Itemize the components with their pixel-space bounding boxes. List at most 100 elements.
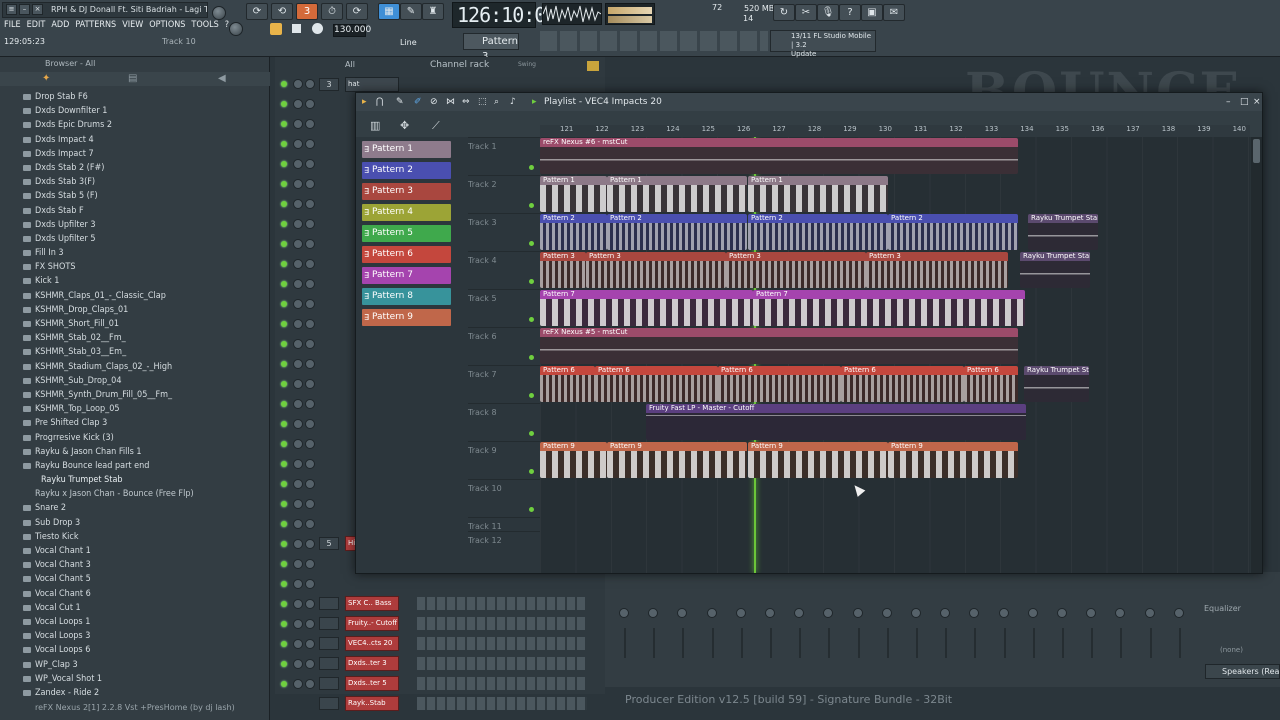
channel-mixer-target[interactable] — [319, 677, 339, 690]
pattern-item[interactable]: Pattern 3 — [362, 183, 451, 200]
mute-icon[interactable]: ⋈ — [446, 93, 455, 111]
mixer-strip[interactable] — [1144, 590, 1157, 660]
save-icon[interactable]: ▣ — [861, 4, 883, 21]
browser-item[interactable]: Vocal Chant 6 — [0, 587, 270, 601]
step-sequencer[interactable] — [417, 617, 587, 630]
mixer-pan-knob[interactable] — [677, 608, 688, 618]
channel-knob[interactable] — [293, 299, 303, 309]
pattern-selector[interactable]: Pattern 3 — [463, 33, 519, 62]
channel-knob[interactable] — [293, 259, 303, 269]
channel-knob[interactable] — [305, 119, 315, 129]
playlist-clip[interactable]: Pattern 3 — [540, 252, 586, 288]
channel-led[interactable] — [281, 261, 287, 267]
playlist-clip[interactable]: Pattern 7 — [753, 290, 1025, 326]
browser-item[interactable]: Progrresive Kick (3) — [0, 431, 270, 445]
browser-file-icon[interactable]: ▤ — [128, 73, 137, 84]
chat-icon[interactable]: ✉ — [883, 4, 905, 21]
channel-knob[interactable] — [305, 419, 315, 429]
channel-led[interactable] — [281, 201, 287, 207]
channel-knob[interactable] — [305, 219, 315, 229]
browser-item[interactable]: Vocal Chant 5 — [0, 572, 270, 586]
playlist-clip[interactable]: Rayku Trumpet Stab — [1020, 252, 1090, 288]
playlist-clip[interactable]: Pattern 2 — [888, 214, 1018, 250]
song-mode-button[interactable]: ⟲ — [271, 3, 293, 20]
mixer-pan-knob[interactable] — [852, 608, 863, 618]
playlist-clip[interactable]: reFX Nexus #5 - mstCut — [540, 328, 1018, 364]
channel-knob[interactable] — [293, 379, 303, 389]
mixer-strip[interactable] — [794, 590, 806, 660]
browser-item[interactable]: KSHMR_Drop_Claps_01 — [0, 303, 270, 317]
mixer-pan-knob[interactable] — [619, 608, 629, 618]
mixer-fader[interactable] — [682, 628, 685, 658]
channel-knob[interactable] — [293, 239, 303, 249]
track-header[interactable]: Track 1 — [468, 137, 540, 175]
track-header[interactable]: Track 9 — [468, 441, 540, 479]
playlist-minimize-icon[interactable]: – — [1226, 93, 1231, 111]
select-icon[interactable]: ⬚ — [478, 93, 487, 111]
channel-knob[interactable] — [305, 179, 315, 189]
loop-record-button[interactable]: ⟳ — [346, 3, 368, 20]
playlist-maximize-icon[interactable]: □ — [1240, 93, 1249, 111]
channel-filter[interactable]: All — [345, 60, 355, 69]
browser-item[interactable]: KSHMR_Sub_Drop_04 — [0, 374, 270, 388]
mixer-strip[interactable] — [881, 590, 894, 660]
channel-name-button[interactable]: Dxds..ter 5 — [345, 676, 399, 691]
snap-selector[interactable]: Line — [400, 38, 417, 47]
channel-knob[interactable] — [305, 159, 315, 169]
pattern-item[interactable]: Pattern 1 — [362, 141, 451, 158]
channel-mixer-target[interactable] — [319, 657, 339, 670]
browser-item[interactable]: Dxds Stab F — [0, 204, 270, 218]
playlist-clip[interactable]: Rayku Trumpet Stab — [1028, 214, 1098, 250]
playlist-clip[interactable]: Fruity Fast LP - Master - Cutoff — [646, 404, 1026, 440]
plus-move-icon[interactable]: ✥ — [400, 119, 409, 132]
mixer-pan-knob[interactable] — [794, 608, 805, 618]
channel-mixer-target[interactable] — [319, 637, 339, 650]
mixer-pan-knob[interactable] — [881, 608, 892, 618]
news-update[interactable]: Update — [791, 50, 816, 58]
playlist-clip[interactable]: Pattern 1 — [540, 176, 607, 212]
browser-item[interactable]: Sub Drop 3 — [0, 516, 270, 530]
stop-icon[interactable] — [292, 24, 301, 33]
rack-grid-icon[interactable] — [587, 61, 599, 71]
playlist-clip[interactable]: Pattern 6 — [540, 366, 595, 402]
track-mute-led[interactable] — [529, 393, 534, 398]
playlist-clip[interactable]: Pattern 3 — [586, 252, 726, 288]
channel-knob[interactable] — [305, 339, 315, 349]
playlist-scrollbar[interactable] — [1251, 137, 1262, 573]
channel-knob[interactable] — [293, 219, 303, 229]
browser-item[interactable]: KSHMR_Stab_03__Em_ — [0, 345, 270, 359]
channel-led[interactable] — [281, 461, 287, 467]
browser-item[interactable]: KSHMR_Synth_Drum_Fill_05__Fm_ — [0, 388, 270, 402]
track-header[interactable]: Track 11 — [468, 517, 540, 531]
track-header[interactable]: Track 3 — [468, 213, 540, 251]
channel-knob[interactable] — [293, 279, 303, 289]
mixer-strip[interactable] — [648, 590, 660, 660]
mixer-pan-knob[interactable] — [765, 608, 775, 618]
mixer-strip[interactable] — [677, 590, 689, 660]
channel-name-button[interactable]: SFX C.. Bass — [345, 596, 399, 611]
output-device-select[interactable]: Speakers (Realtek) — [1205, 664, 1280, 679]
channel-knob[interactable] — [293, 579, 303, 589]
mixer-pan-knob[interactable] — [735, 608, 746, 618]
mixer-fader[interactable] — [828, 628, 831, 658]
mixer-pan-knob[interactable] — [1027, 608, 1038, 618]
channel-knob[interactable] — [305, 519, 315, 529]
mixer-fader[interactable] — [1149, 628, 1152, 658]
channel-knob[interactable] — [293, 359, 303, 369]
browser-item[interactable]: Dxds Impact 4 — [0, 133, 270, 147]
channel-knob[interactable] — [305, 259, 315, 269]
channel-led[interactable] — [281, 161, 287, 167]
channel-knob[interactable] — [293, 119, 303, 129]
channel-knob[interactable] — [293, 179, 303, 189]
channel-led[interactable] — [281, 581, 287, 587]
browser-item[interactable]: Vocal Cut 1 — [0, 601, 270, 615]
channel-knob[interactable] — [305, 379, 315, 389]
mixer-pan-knob[interactable] — [1173, 608, 1184, 618]
browser-bottom-item[interactable]: reFX Nexus 2[1] 2.2.8 Vst +PresHome (by … — [35, 703, 265, 712]
browser-item[interactable]: Dxds Upfilter 5 — [0, 232, 270, 246]
channel-knob[interactable] — [293, 559, 303, 569]
channel-led[interactable] — [281, 321, 287, 327]
browser-item[interactable]: Rayku Trumpet Stab — [0, 473, 270, 487]
playlist-clip[interactable]: Pattern 9 — [607, 442, 747, 478]
menu-patterns[interactable]: PATTERNS — [75, 18, 116, 32]
